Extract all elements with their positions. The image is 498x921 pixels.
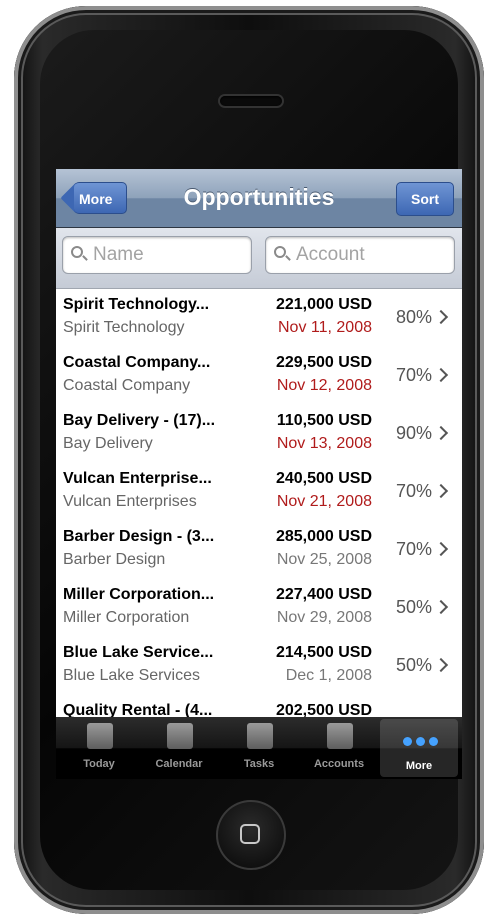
close-date: Nov 25, 2008 xyxy=(276,551,372,568)
chevron-right-icon xyxy=(433,309,449,325)
opportunity-amount: 221,000 USD xyxy=(275,296,372,313)
account-search-input[interactable] xyxy=(294,241,448,269)
probability-percent: 50% xyxy=(395,655,432,675)
chevron-right-icon xyxy=(433,367,449,383)
opportunity-row[interactable]: Coastal Company... Coastal Company 229,500… xyxy=(56,347,462,406)
opportunity-row[interactable]: Blue Lake Service... Blue Lake Services 21… xyxy=(56,637,462,696)
sort-button[interactable]: Sort xyxy=(396,182,454,216)
close-date: Dec 1, 2008 xyxy=(285,667,372,684)
tab-tasks[interactable]: Tasks xyxy=(220,717,298,775)
opportunity-name: Miller Corporation... xyxy=(63,586,215,603)
opportunity-amount: 229,500 USD xyxy=(275,354,372,371)
chevron-right-icon xyxy=(433,541,449,557)
close-date: Nov 21, 2008 xyxy=(276,493,372,510)
opportunity-name: Spirit Technology... xyxy=(63,296,210,313)
tasks-icon xyxy=(247,723,273,749)
account-name: Barber Design xyxy=(63,551,166,568)
close-date: Nov 29, 2008 xyxy=(276,609,372,626)
app-screen: More Opportunities Sort Spirit Technolog… xyxy=(56,169,462,779)
tab-label: Tasks xyxy=(243,758,275,770)
navigation-bar: More Opportunities Sort xyxy=(56,169,462,228)
today-icon xyxy=(87,723,113,749)
chevron-right-icon xyxy=(433,599,449,615)
opportunity-amount: 227,400 USD xyxy=(275,586,372,603)
account-name: Coastal Company xyxy=(63,377,191,394)
opportunity-row[interactable]: Spirit Technology... Spirit Technology 221… xyxy=(56,289,462,348)
tab-calendar[interactable]: Calendar xyxy=(140,717,218,775)
account-name: Blue Lake Services xyxy=(63,667,200,684)
tab-label: More xyxy=(405,760,433,772)
more-icon xyxy=(398,733,442,746)
search-icon xyxy=(71,246,83,258)
account-name: Miller Corporation xyxy=(63,609,190,626)
accounts-icon xyxy=(327,723,353,749)
home-button[interactable] xyxy=(216,800,286,870)
opportunity-amount: 110,500 USD xyxy=(276,412,372,429)
tab-more[interactable]: More xyxy=(380,719,458,777)
opportunity-row[interactable]: Quality Rental - (4... 202,500 USD xyxy=(56,695,462,719)
account-name: Bay Delivery xyxy=(63,435,153,452)
name-search-input[interactable] xyxy=(91,241,245,269)
tab-accounts[interactable]: Accounts xyxy=(300,717,378,775)
opportunity-name: Vulcan Enterprise... xyxy=(63,470,212,487)
opportunity-amount: 214,500 USD xyxy=(275,644,372,661)
opportunity-amount: 285,000 USD xyxy=(275,528,372,545)
close-date: Nov 11, 2008 xyxy=(278,319,372,336)
probability-percent: 70% xyxy=(395,481,432,501)
account-search-field[interactable] xyxy=(265,236,455,274)
opportunity-name: Barber Design - (3... xyxy=(63,528,215,545)
close-date: Nov 12, 2008 xyxy=(276,377,372,394)
search-icon xyxy=(274,246,286,258)
opportunity-row[interactable]: Miller Corporation... Miller Corporation 2… xyxy=(56,579,462,638)
opportunity-name: Bay Delivery - (17)... xyxy=(63,412,216,429)
opportunity-name: Blue Lake Service... xyxy=(63,644,214,661)
tab-label: Calendar xyxy=(155,758,203,770)
probability-percent: 80% xyxy=(395,307,432,327)
probability-percent: 70% xyxy=(395,365,432,385)
account-name: Spirit Technology xyxy=(63,319,185,336)
home-square-icon xyxy=(240,824,260,844)
calendar-icon xyxy=(167,723,193,749)
account-name: Vulcan Enterprises xyxy=(63,493,197,510)
search-bar xyxy=(56,228,462,289)
opportunity-row[interactable]: Vulcan Enterprise... Vulcan Enterprises 24… xyxy=(56,463,462,522)
chevron-right-icon xyxy=(433,483,449,499)
opportunity-name: Coastal Company... xyxy=(63,354,211,371)
opportunity-amount: 240,500 USD xyxy=(275,470,372,487)
tab-today[interactable]: Today xyxy=(60,717,138,775)
name-search-field[interactable] xyxy=(62,236,252,274)
tab-bar: Today Calendar Tasks Accounts More xyxy=(56,717,462,779)
probability-percent: 90% xyxy=(395,423,432,443)
chevron-right-icon xyxy=(433,657,449,673)
opportunity-row[interactable]: Barber Design - (3... Barber Design 285,00… xyxy=(56,521,462,580)
chevron-right-icon xyxy=(433,425,449,441)
probability-percent: 50% xyxy=(395,597,432,617)
opportunity-row[interactable]: Bay Delivery - (17)... Bay Delivery 110,50… xyxy=(56,405,462,464)
close-date: Nov 13, 2008 xyxy=(276,435,372,452)
tab-label: Today xyxy=(83,758,115,770)
speaker-slot xyxy=(220,96,282,106)
opportunity-list: Spirit Technology... Spirit Technology 221… xyxy=(56,289,462,719)
probability-percent: 70% xyxy=(395,539,432,559)
tab-label: Accounts xyxy=(313,758,365,770)
